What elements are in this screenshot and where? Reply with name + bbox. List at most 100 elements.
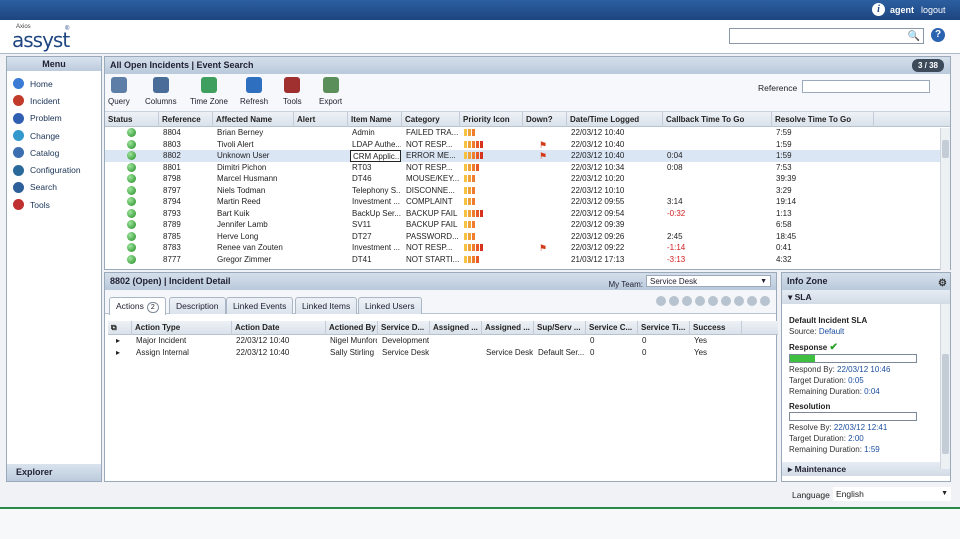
column-header-callback-time-to-go[interactable]: Callback Time To Go	[663, 112, 772, 127]
action-column-action-type[interactable]: Action Type	[132, 321, 232, 335]
column-header-priority-icon[interactable]: Priority Icon	[460, 112, 523, 127]
source-value[interactable]: Default	[819, 327, 844, 336]
sidebar-item-incident[interactable]: Incident	[7, 92, 101, 109]
toolbar-export-button[interactable]: Export	[319, 77, 342, 106]
resolve-time-cell: 4:32	[776, 254, 792, 264]
toolbar-columns-button[interactable]: Columns	[145, 77, 177, 106]
table-row[interactable]: 8802 Unknown User CRM Applic... ERROR ME...…	[105, 150, 940, 162]
action-column-assigned-[interactable]: Assigned ...	[430, 321, 482, 335]
table-row[interactable]: 8801 Dimitri Pichon RT03 NOT RESP... 22/03/1…	[105, 162, 940, 174]
toolbar-query-button[interactable]: Query	[108, 77, 130, 106]
expand-arrow-icon[interactable]: ▸	[114, 347, 124, 359]
action-column-service-ti-[interactable]: Service Ti...	[638, 321, 690, 335]
logo-assyst: assyst	[12, 28, 70, 52]
action-icon[interactable]	[656, 296, 666, 306]
table-row[interactable]: 8803 Tivoli Alert LDAP Authe... NOT RESP...…	[105, 139, 940, 151]
resolve-time-cell: 6:58	[776, 220, 792, 229]
top-bar: i agent logout	[0, 0, 960, 20]
action-row[interactable]: ▸ Major Incident 22/03/12 10:40 Nigel Munfo…	[108, 335, 778, 347]
action-icon[interactable]	[695, 296, 705, 306]
table-row[interactable]: 8794 Martin Reed Investment ... COMPLAINT 22…	[105, 196, 940, 208]
incident-grid-scrollbar[interactable]	[940, 128, 950, 270]
column-header-resolve-time-to-go[interactable]: Resolve Time To Go	[772, 112, 874, 127]
reference-label: Reference	[758, 83, 798, 93]
column-header-status[interactable]: Status	[105, 112, 159, 127]
item-name-cell: RT03	[352, 162, 372, 172]
scroll-thumb[interactable]	[942, 140, 949, 158]
column-header-reference[interactable]: Reference	[159, 112, 213, 127]
table-row[interactable]: 8783 Renee van Zouten Investment ... NOT RE…	[105, 242, 940, 254]
column-header-down-[interactable]: Down?	[523, 112, 567, 127]
sidebar-item-search[interactable]: Search	[7, 179, 101, 196]
expand-arrow-icon[interactable]: ▸	[114, 335, 124, 347]
maintenance-section-header[interactable]: ▸ Maintenance	[782, 462, 950, 476]
toolbar-time-zone-button[interactable]: Time Zone	[190, 77, 228, 106]
table-row[interactable]: 8797 Niels Todman Telephony S... DISCONNE..…	[105, 185, 940, 197]
sidebar-item-change[interactable]: Change	[7, 127, 101, 144]
info-zone: Info Zone ⚙ ▾ SLA Default Incident SLA S…	[781, 272, 951, 482]
info-zone-scrollbar[interactable]	[940, 304, 950, 469]
action-icon[interactable]	[734, 296, 744, 306]
tab-actions[interactable]: Actions 2	[109, 297, 166, 315]
gear-icon[interactable]: ⚙	[938, 275, 947, 292]
table-row[interactable]: 8804 Brian Berney Admin FAILED TRA... 22/03/…	[105, 127, 940, 139]
action-icon[interactable]	[682, 296, 692, 306]
action-column-action-date[interactable]: Action Date	[232, 321, 326, 335]
action-column-service-c-[interactable]: Service C...	[586, 321, 638, 335]
action-column-assigned-[interactable]: Assigned ...	[482, 321, 534, 335]
toolbar-tools-button[interactable]: Tools	[283, 77, 302, 106]
help-icon[interactable]: ?	[931, 28, 945, 42]
actions-grid-header: ⧉ Action Type Action Date Actioned By Servic…	[108, 321, 778, 335]
action-icon[interactable]	[747, 296, 757, 306]
column-header-date-time-logged[interactable]: Date/Time Logged	[567, 112, 663, 127]
sidebar-tools-icon	[13, 199, 24, 211]
explorer-button[interactable]: Explorer	[7, 464, 101, 481]
scroll-thumb[interactable]	[942, 354, 949, 454]
action-a2-cell: Service Desk	[486, 347, 533, 357]
column-header-item-name[interactable]: Item Name	[348, 112, 402, 127]
action-column-sup-serv-[interactable]: Sup/Serv ...	[534, 321, 586, 335]
sidebar-item-label: Home	[30, 78, 53, 89]
reference-input[interactable]	[802, 80, 930, 93]
table-row[interactable]: 8793 Bart Kuik BackUp Ser... BACKUP FAIL 22/…	[105, 208, 940, 220]
toolbar-refresh-button[interactable]: Refresh	[240, 77, 268, 106]
action-icon[interactable]	[669, 296, 679, 306]
tab-linked-events[interactable]: Linked Events	[226, 297, 294, 314]
action-row[interactable]: ▸ Assign Internal 22/03/12 10:40 Sally Stir…	[108, 347, 778, 359]
language-select[interactable]: English ▼	[833, 487, 951, 501]
action-column-success[interactable]: Success	[690, 321, 742, 335]
app-window: i agent logout Axios assyst ® 🔍 ? Menu H…	[0, 0, 960, 539]
tab-linked-items[interactable]: Linked Items	[295, 297, 358, 314]
row-tools-icon[interactable]: ⧉	[108, 321, 132, 335]
table-row[interactable]: 8798 Marcel Husmann DT46 MOUSE/KEY... 22/03/…	[105, 173, 940, 185]
tab-description[interactable]: Description	[169, 297, 226, 314]
column-header-affected-name[interactable]: Affected Name	[213, 112, 294, 127]
column-header-alert[interactable]: Alert	[294, 112, 348, 127]
action-icon[interactable]	[760, 296, 770, 306]
status-icon	[127, 208, 136, 218]
info-icon[interactable]: i	[872, 3, 885, 16]
action-column-actioned-by[interactable]: Actioned By	[326, 321, 378, 335]
my-team-select[interactable]: Service Desk ▼	[646, 275, 771, 287]
action-icon[interactable]	[721, 296, 731, 306]
search-icon[interactable]: 🔍	[908, 31, 920, 42]
column-header-category[interactable]: Category	[402, 112, 460, 127]
item-name-cell: Telephony S...	[352, 185, 401, 195]
response-target-label: Target Duration:	[789, 376, 846, 385]
date-logged-cell: 22/03/12 10:34	[571, 162, 625, 172]
action-column-service-d-[interactable]: Service D...	[378, 321, 430, 335]
sidebar-item-configuration[interactable]: Configuration	[7, 161, 101, 178]
sidebar-item-tools[interactable]: Tools	[7, 196, 101, 213]
sla-section-header[interactable]: ▾ SLA	[782, 290, 950, 304]
global-search-input[interactable]: 🔍	[729, 28, 924, 44]
sidebar-item-problem[interactable]: Problem	[7, 110, 101, 127]
logout-link[interactable]: logout	[921, 5, 946, 15]
table-row[interactable]: 8789 Jennifer Lamb SV11 BACKUP FAIL 22/03/12…	[105, 219, 940, 231]
table-row[interactable]: 8777 Gregor Zimmer DT41 NOT STARTI... 21/03/…	[105, 254, 940, 266]
detail-title: 8802 (Open) | Incident Detail My Team: S…	[105, 273, 776, 290]
action-icon[interactable]	[708, 296, 718, 306]
table-row[interactable]: 8785 Herve Long DT27 PASSWORD... 22/03/12 09…	[105, 231, 940, 243]
tab-linked-users[interactable]: Linked Users	[358, 297, 422, 314]
sidebar-item-catalog[interactable]: Catalog	[7, 144, 101, 161]
sidebar-item-home[interactable]: Home	[7, 75, 101, 92]
